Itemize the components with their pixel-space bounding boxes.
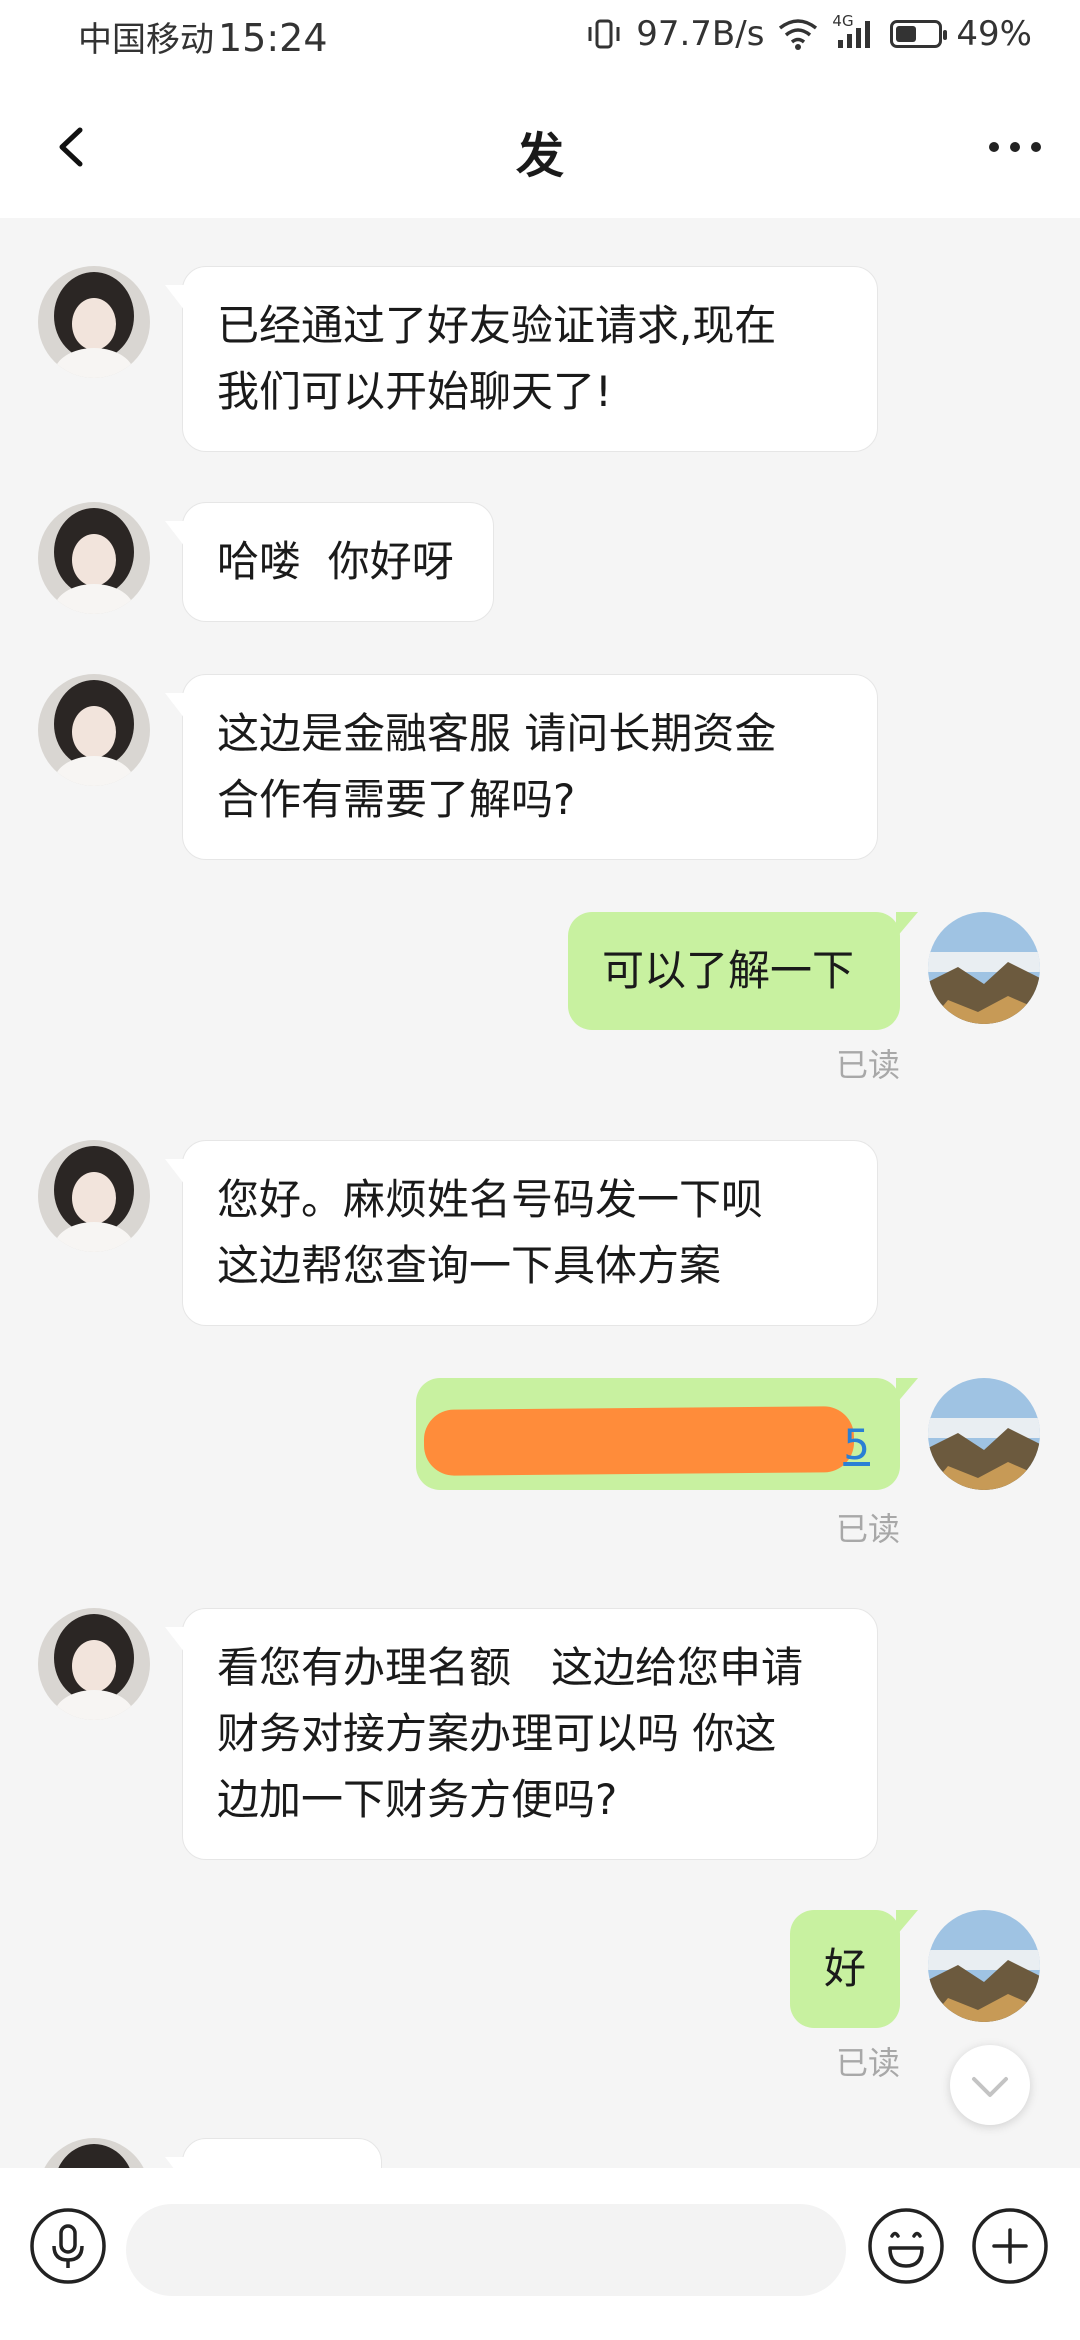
incoming-message-bubble[interactable]: 您好。麻烦姓名号码发一下呗 这边帮您查询一下具体方案 [165, 1140, 878, 1326]
contact-avatar[interactable] [38, 502, 150, 614]
outgoing-message-bubble[interactable]: 可以了解一下 [568, 912, 918, 1030]
outgoing-message-bubble[interactable]: 5 [416, 1378, 918, 1490]
add-button[interactable] [970, 2206, 1050, 2286]
voice-button[interactable] [28, 2206, 108, 2286]
read-receipt: 已读 [835, 1510, 900, 1548]
battery-percent: 49% [956, 14, 1032, 54]
status-left: 中国移动 15:24 [78, 12, 328, 61]
redaction-mark [423, 1406, 855, 1476]
emoji-button[interactable] [866, 2206, 946, 2286]
contact-avatar[interactable] [38, 674, 150, 786]
read-receipt: 已读 [835, 1046, 900, 1084]
incoming-message-bubble[interactable]: 哈喽 你好呀 [165, 502, 494, 622]
phone-link-tail[interactable]: 5 [843, 1412, 870, 1478]
net-speed: 97.7B/s [636, 14, 765, 54]
chat-header: 发 [0, 72, 1080, 218]
self-avatar[interactable] [928, 912, 1040, 1024]
more-button[interactable] [980, 112, 1050, 182]
message-list[interactable]: 已经通过了好友验证请求,现在 我们可以开始聊天了! 哈喽 你好呀 这边是金融客服… [0, 218, 1080, 2168]
contact-avatar[interactable] [38, 1140, 150, 1252]
status-bar: 中国移动 15:24 97.7B/s 4G 49% [0, 0, 1080, 72]
contact-avatar[interactable] [38, 2138, 150, 2168]
self-avatar[interactable] [928, 1378, 1040, 1490]
message-input[interactable] [126, 2204, 846, 2296]
carrier-name: 中国移动 [78, 20, 214, 60]
microphone-icon [30, 2208, 106, 2284]
battery-icon [890, 20, 948, 48]
chat-title: 发 [515, 128, 564, 184]
read-receipt: 已读 [835, 2044, 900, 2082]
input-bar [0, 2168, 1080, 2340]
contact-avatar[interactable] [38, 266, 150, 378]
more-dots-icon [989, 142, 1041, 152]
battery-fill [896, 26, 917, 42]
incoming-message-bubble[interactable] [165, 2138, 382, 2168]
clock: 15:24 [218, 16, 328, 60]
wifi-icon [779, 19, 818, 50]
outgoing-message-bubble[interactable]: 好 [790, 1910, 918, 2028]
incoming-message-bubble[interactable]: 这边是金融客服 请问长期资金 合作有需要了解吗? [165, 674, 878, 860]
plus-icon [972, 2208, 1048, 2284]
self-avatar[interactable] [928, 1910, 1040, 2022]
vibrate-icon [588, 19, 620, 49]
incoming-message-bubble[interactable]: 已经通过了好友验证请求,现在 我们可以开始聊天了! [165, 266, 878, 452]
contact-avatar[interactable] [38, 1608, 150, 1720]
status-right: 97.7B/s 4G 49% [586, 12, 1032, 54]
signal-icon: 4G [832, 12, 876, 50]
chevron-down-icon [972, 2077, 1008, 2097]
emoji-icon [868, 2208, 944, 2284]
scroll-to-bottom-button[interactable] [950, 2045, 1030, 2125]
incoming-message-bubble[interactable]: 看您有办理名额 这边给您申请 财务对接方案办理可以吗 你这 边加一下财务方便吗? [165, 1608, 878, 1860]
